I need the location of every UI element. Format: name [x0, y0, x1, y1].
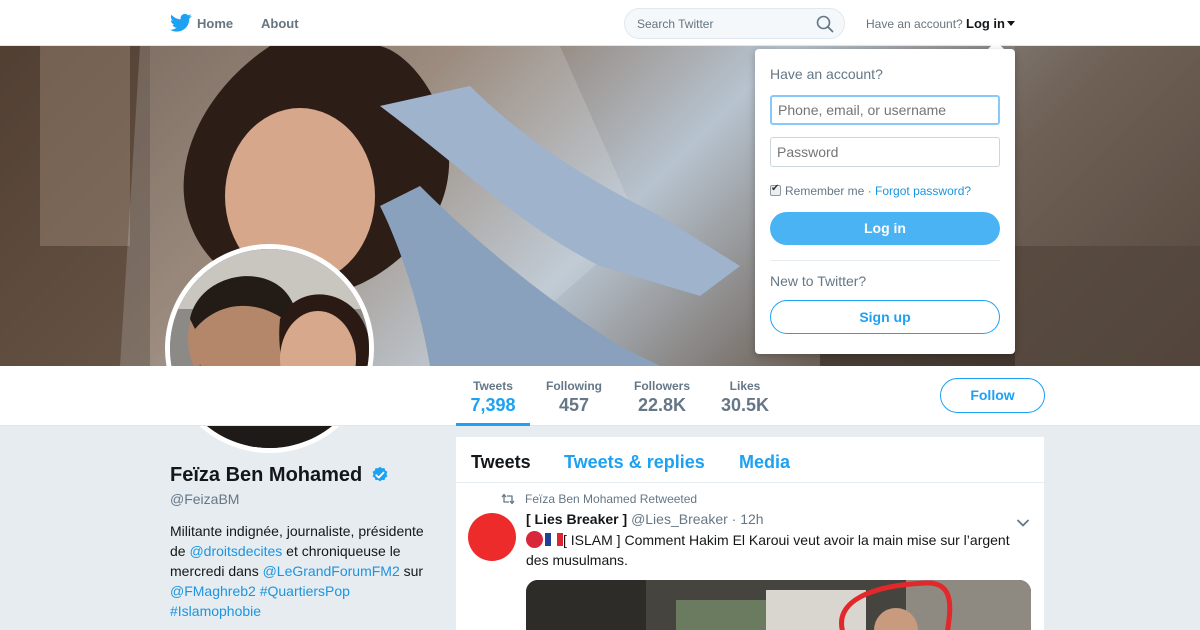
stat-label: Tweets — [473, 379, 513, 393]
search-icon[interactable] — [816, 15, 834, 33]
login-menu-link[interactable]: Log in — [966, 16, 1005, 31]
chevron-down-icon[interactable] — [1016, 515, 1030, 527]
stat-value: 30.5K — [720, 395, 770, 415]
profile-bio: Militante indignée, journaliste, préside… — [170, 521, 435, 621]
bio-hashtag-islamophobie[interactable]: #Islamophobie — [170, 603, 261, 619]
password-input[interactable] — [770, 137, 1000, 167]
tab-tweets-and-replies[interactable]: Tweets & replies — [564, 452, 705, 473]
stat-likes[interactable]: Likes 30.5K — [715, 366, 775, 426]
stat-label: Likes — [729, 379, 761, 393]
top-navigation: Home About Search Twitter Have an accoun… — [0, 0, 1200, 46]
remember-separator: · — [867, 184, 872, 198]
bio-hashtag-quartierspop[interactable]: #QuartiersPop — [260, 583, 350, 599]
tweet-body: [ ISLAM ] Comment Hakim El Karoui veut a… — [526, 532, 1010, 568]
tweet-text: [ ISLAM ] Comment Hakim El Karoui veut a… — [526, 530, 1026, 570]
profile-handle[interactable]: @FeizaBM — [170, 491, 239, 507]
bio-link-droitsdecites[interactable]: @droitsdecites — [189, 543, 282, 559]
forgot-password-link[interactable]: Forgot password? — [875, 184, 971, 198]
login-dropdown: Have an account? Remember me · Forgot pa… — [755, 49, 1015, 354]
search-input[interactable]: Search Twitter — [624, 8, 845, 39]
bio-link-fmaghreb2[interactable]: @FMaghreb2 — [170, 583, 256, 599]
timeline: Tweets Tweets & replies Media Feïza Ben … — [456, 437, 1044, 630]
remember-checkbox[interactable] — [770, 183, 781, 196]
tweet-timestamp[interactable]: 12h — [740, 511, 763, 527]
stat-value: 457 — [558, 395, 590, 415]
login-button[interactable]: Log in — [770, 212, 1000, 245]
tweet-author-handle[interactable]: @Lies_Breaker — [631, 511, 728, 527]
twitter-bird-icon[interactable] — [170, 13, 192, 33]
stat-label: Following — [546, 379, 602, 393]
stat-tweets[interactable]: Tweets 7,398 — [456, 366, 530, 426]
tweet-author-name[interactable]: [ Lies Breaker ] — [526, 511, 627, 527]
remember-row: Remember me · Forgot password? — [770, 183, 971, 198]
stat-followers[interactable]: Followers 22.8K — [628, 366, 696, 426]
search-placeholder: Search Twitter — [637, 17, 714, 31]
tab-tweets[interactable]: Tweets — [471, 452, 531, 473]
username-input[interactable] — [770, 95, 1000, 125]
tab-media[interactable]: Media — [739, 452, 790, 473]
nav-home-link[interactable]: Home — [197, 16, 233, 31]
tweet-author-avatar[interactable] — [468, 513, 516, 561]
bio-text: sur — [399, 563, 424, 579]
retweeted-by-text[interactable]: Feïza Ben Mohamed Retweeted — [525, 492, 697, 506]
signup-button[interactable]: Sign up — [770, 300, 1000, 334]
red-circle-icon — [526, 531, 543, 548]
dropdown-divider — [770, 260, 1000, 261]
stat-following[interactable]: Following 457 — [540, 366, 608, 426]
bio-link-legrandforumfm2[interactable]: @LeGrandForumFM2 — [263, 563, 400, 579]
stat-value: 7,398 — [470, 395, 516, 415]
verified-badge-icon — [371, 466, 389, 484]
retweet-icon — [501, 492, 515, 505]
stat-label: Followers — [633, 379, 690, 393]
have-account-text: Have an account? — [866, 17, 963, 31]
tweet-separator: · — [731, 511, 737, 527]
france-flag-icon — [545, 533, 563, 546]
new-to-twitter-text: New to Twitter? — [770, 273, 867, 289]
dropdown-title: Have an account? — [770, 66, 883, 82]
tweet-header: [ Lies Breaker ] @Lies_Breaker · 12h — [526, 511, 764, 527]
timeline-tabs: Tweets Tweets & replies Media — [456, 437, 1044, 483]
tweet-media-image[interactable] — [526, 580, 1031, 630]
display-name[interactable]: Feïza Ben Mohamed — [170, 464, 362, 486]
nav-about-link[interactable]: About — [261, 16, 299, 31]
profile-name-row: Feïza Ben Mohamed — [170, 464, 389, 487]
stat-value: 22.8K — [637, 395, 687, 415]
caret-down-icon[interactable] — [1007, 21, 1015, 26]
remember-label[interactable]: Remember me — [785, 184, 864, 198]
follow-button[interactable]: Follow — [940, 378, 1045, 413]
